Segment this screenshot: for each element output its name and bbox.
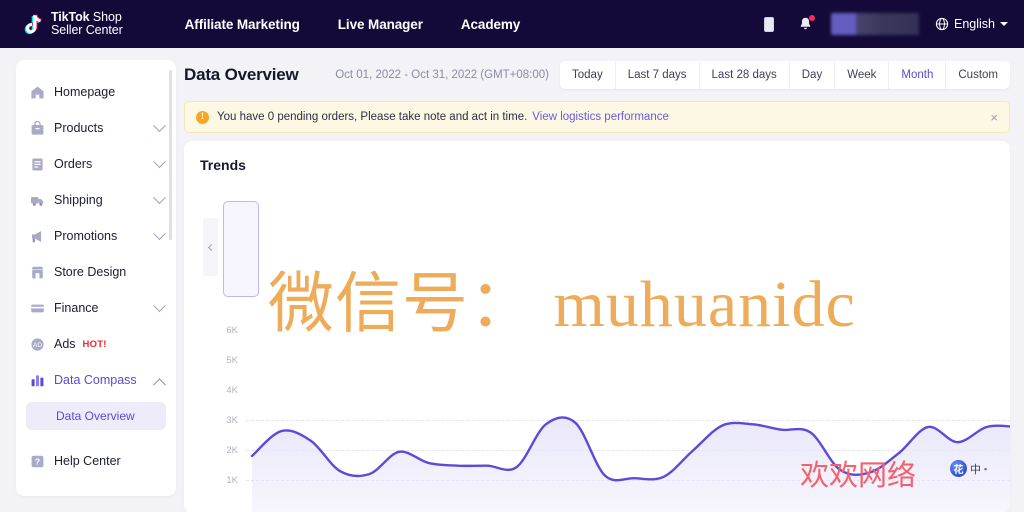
chevron-down-icon-finance — [153, 298, 166, 312]
carousel-prev-button[interactable] — [203, 218, 218, 276]
chevron-down-icon-orders — [153, 154, 166, 168]
brand-tiktok: TikTok — [51, 9, 90, 24]
sidebar-label-ads: Ads — [54, 337, 76, 351]
brand-shop: Shop — [89, 9, 122, 24]
chevron-down-icon-promotions — [153, 226, 166, 240]
language-selector[interactable]: English — [935, 17, 1008, 31]
range-button-day[interactable]: Day — [790, 61, 836, 89]
sidebar-label-data-overview: Data Overview — [56, 409, 135, 423]
sidebar-item-shipping[interactable]: Shipping — [16, 182, 176, 218]
chevron-up-icon-data-compass — [153, 377, 166, 391]
globe-icon — [935, 17, 949, 31]
sidebar-item-help-center[interactable]: ? Help Center — [16, 443, 176, 479]
brand-text: TikTok Shop Seller Center — [51, 9, 123, 38]
view-logistics-performance-link[interactable]: View logistics performance — [532, 111, 669, 123]
nav-live-manager[interactable]: Live Manager — [338, 17, 423, 32]
top-header-bar: TikTok Shop Seller Center Affiliate Mark… — [0, 0, 1024, 48]
main-content: Data Overview Oct 01, 2022 - Oct 31, 202… — [184, 56, 1010, 512]
notification-dot — [808, 15, 815, 21]
chevron-down-icon-products — [153, 118, 166, 132]
pending-orders-banner: ! You have 0 pending orders, Please take… — [184, 101, 1010, 133]
sidebar-label-shipping: Shipping — [54, 193, 103, 207]
close-icon[interactable]: × — [990, 111, 998, 124]
range-filter-group: Today Last 7 days Last 28 days Day Week … — [560, 61, 1010, 89]
sidebar-item-orders[interactable]: Orders — [16, 146, 176, 182]
top-navigation: Affiliate Marketing Live Manager Academy — [185, 17, 521, 32]
bar-chart-icon — [30, 373, 45, 388]
storefront-icon — [30, 265, 45, 280]
date-range-label: Oct 01, 2022 - Oct 31, 2022 (GMT+08:00) — [335, 69, 550, 81]
brand-logo[interactable]: TikTok Shop Seller Center — [18, 9, 123, 38]
ads-icon: AD — [30, 337, 45, 352]
megaphone-icon — [30, 229, 45, 244]
page-title: Data Overview — [184, 65, 299, 84]
range-button-custom[interactable]: Custom — [946, 61, 1010, 89]
sidebar-label-finance: Finance — [54, 301, 99, 315]
trends-panel: Trends 6K 5K 4K 3K 2K 1K — [184, 141, 1010, 512]
sidebar-label-products: Products — [54, 121, 104, 135]
bag-icon — [30, 120, 45, 136]
warning-icon: ! — [196, 110, 209, 124]
header-actions: English — [759, 13, 1008, 35]
svg-text:AD: AD — [33, 342, 42, 349]
page-header: Data Overview Oct 01, 2022 - Oct 31, 202… — [184, 56, 1010, 94]
sidebar-label-promotions: Promotions — [54, 229, 118, 243]
card-icon — [30, 301, 45, 316]
sidebar-label-homepage: Homepage — [54, 85, 116, 99]
chevron-down-icon-shipping — [153, 190, 166, 204]
svg-text:?: ? — [35, 456, 40, 466]
brand-seller-center: Seller Center — [51, 23, 123, 37]
trends-chart: 6K 5K 4K 3K 2K 1K — [184, 317, 1010, 512]
home-icon — [30, 85, 45, 100]
help-icon: ? — [30, 454, 45, 469]
range-button-week[interactable]: Week — [835, 61, 890, 89]
mobile-device-icon[interactable] — [759, 14, 779, 34]
truck-icon — [30, 193, 45, 208]
range-button-last-7-days[interactable]: Last 7 days — [616, 61, 700, 89]
chevron-left-icon — [207, 243, 216, 251]
range-button-last-28-days[interactable]: Last 28 days — [700, 61, 790, 89]
clipboard-icon — [30, 157, 45, 172]
sidebar-scrollbar[interactable] — [169, 70, 172, 240]
sidebar-label-help-center: Help Center — [54, 454, 121, 468]
sidebar-item-promotions[interactable]: Promotions — [16, 218, 176, 254]
nav-affiliate-marketing[interactable]: Affiliate Marketing — [185, 17, 300, 32]
sidebar-label-data-compass: Data Compass — [54, 373, 137, 387]
account-avatar-redacted[interactable] — [831, 13, 919, 35]
trend-line-svg — [250, 416, 1010, 512]
sidebar-item-homepage[interactable]: Homepage — [16, 74, 176, 110]
banner-message: You have 0 pending orders, Please take n… — [217, 111, 528, 123]
sidebar-label-store-design: Store Design — [54, 265, 127, 279]
sidebar-item-finance[interactable]: Finance — [16, 290, 176, 326]
sidebar-subitem-data-overview[interactable]: Data Overview — [26, 402, 166, 430]
range-button-today[interactable]: Today — [560, 61, 616, 89]
ads-hot-badge: HOT! — [82, 338, 107, 350]
tiktok-note-icon — [18, 11, 44, 37]
notification-bell-icon[interactable] — [795, 14, 815, 34]
nav-academy[interactable]: Academy — [461, 17, 520, 32]
sidebar: Homepage Products Orders Shipping Promot… — [16, 60, 176, 496]
panel-title: Trends — [200, 157, 246, 173]
sidebar-item-products[interactable]: Products — [16, 110, 176, 146]
chevron-down-icon — [1000, 22, 1008, 26]
sidebar-item-store-design[interactable]: Store Design — [16, 254, 176, 290]
range-button-month[interactable]: Month — [889, 61, 947, 89]
metric-card-selected[interactable] — [223, 201, 259, 297]
language-label: English — [954, 17, 995, 31]
sidebar-item-ads[interactable]: AD Ads HOT! — [16, 326, 176, 362]
sidebar-item-data-compass[interactable]: Data Compass — [16, 362, 176, 398]
sidebar-label-orders: Orders — [54, 157, 93, 171]
